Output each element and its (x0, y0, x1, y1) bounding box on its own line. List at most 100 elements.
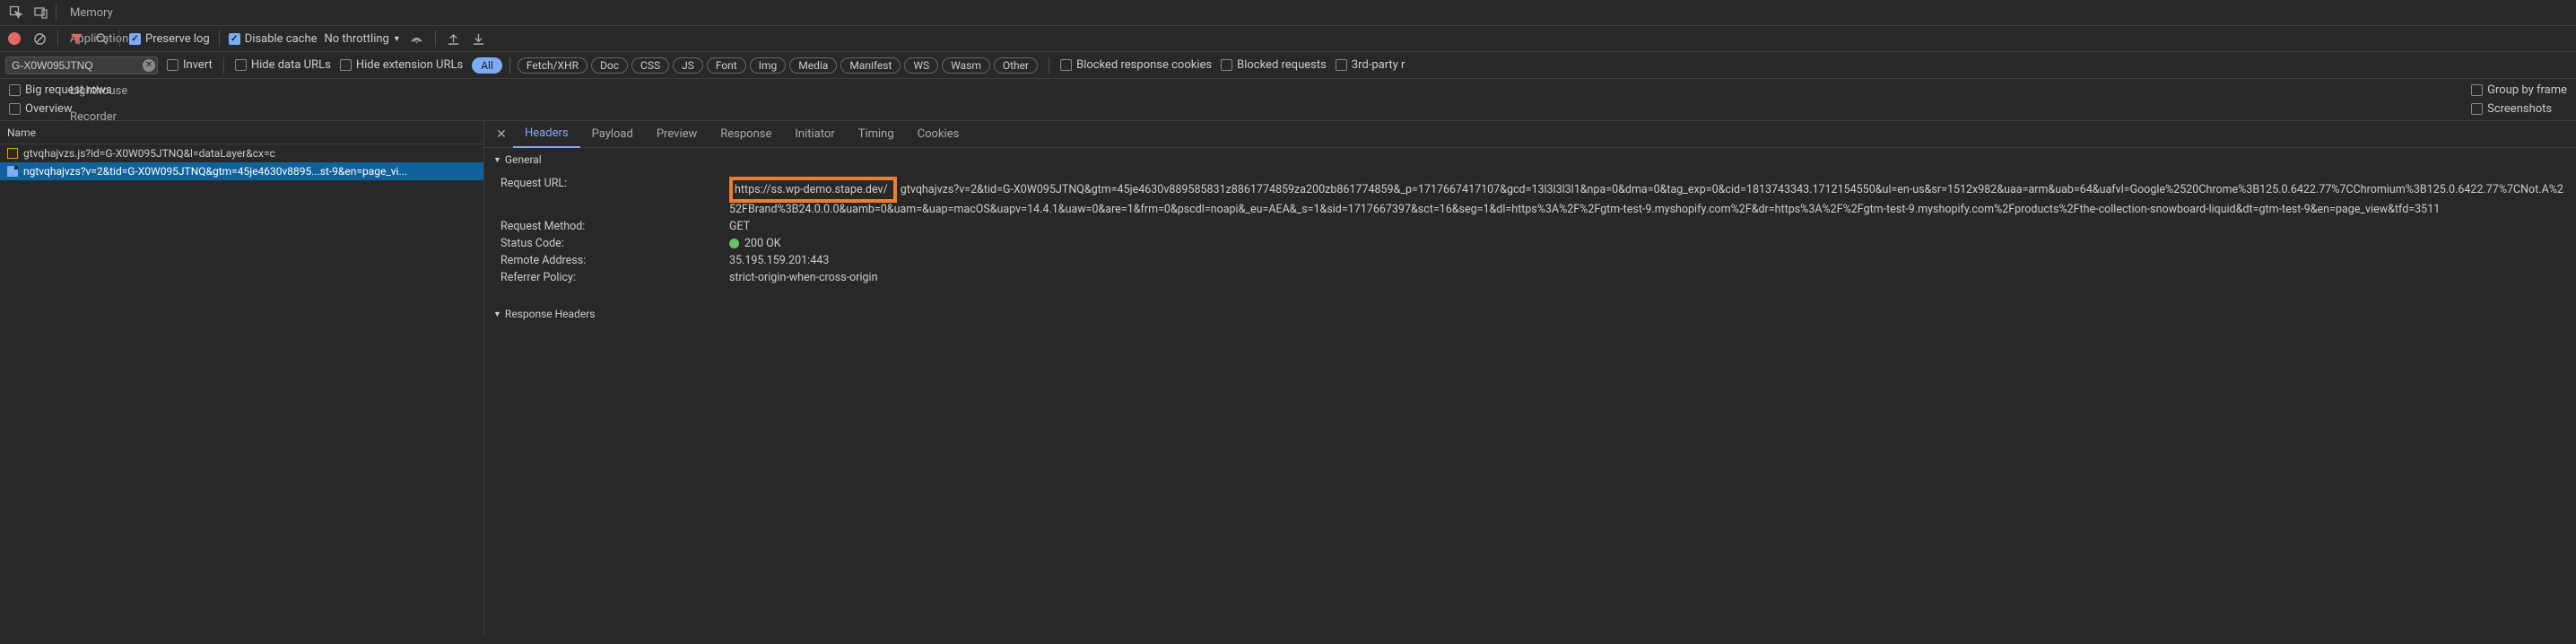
request-list: Name gtvqhajvzs.js?id=G-X0W095JTNQ&l=dat… (0, 121, 484, 636)
third-party-label: 3rd-party r (1352, 58, 1405, 72)
big-rows-label: Big request rows (25, 83, 112, 97)
detail-tab-headers[interactable]: Headers (513, 121, 580, 148)
devtools-tab-bar: ElementsConsoleSourcesNetworkPerformance… (0, 0, 2576, 26)
response-headers-section-header[interactable]: ▼ Response Headers (484, 302, 2576, 326)
third-party-checkbox[interactable]: 3rd-party r (1336, 58, 1405, 72)
general-section-label: General (505, 153, 542, 166)
status-code-label: Status Code: (500, 237, 729, 250)
type-filter-fetch-xhr[interactable]: Fetch/XHR (518, 57, 587, 74)
divider (223, 57, 224, 74)
invert-checkbox[interactable]: Invert (167, 58, 213, 72)
overview-checkbox[interactable]: Overview (9, 102, 73, 116)
main-area: Name gtvqhajvzs.js?id=G-X0W095JTNQ&l=dat… (0, 121, 2576, 636)
tab-memory[interactable]: Memory (58, 0, 182, 26)
status-dot-icon (729, 239, 739, 248)
divider (219, 30, 220, 47)
list-header-name[interactable]: Name (0, 121, 483, 144)
type-filter-all[interactable]: All (472, 57, 502, 74)
detail-tab-timing[interactable]: Timing (847, 121, 906, 148)
blocked-cookies-label: Blocked response cookies (1076, 58, 1212, 72)
group-frame-checkbox[interactable]: Group by frame (2471, 83, 2567, 97)
resource-type-filter: All Fetch/XHRDocCSSJSFontImgMediaManifest… (472, 57, 1038, 74)
big-rows-checkbox[interactable]: Big request rows (9, 83, 112, 97)
disable-cache-label: Disable cache (245, 32, 318, 46)
type-filter-other[interactable]: Other (994, 57, 1038, 74)
divider (57, 30, 58, 47)
type-filter-ws[interactable]: WS (904, 57, 938, 74)
triangle-down-icon: ▼ (493, 155, 501, 165)
triangle-down-icon: ▼ (493, 309, 501, 319)
network-toolbar: Preserve log Disable cache No throttling… (0, 26, 2576, 52)
request-method-value: GET (729, 220, 2567, 233)
hide-data-urls-checkbox[interactable]: Hide data URLs (235, 58, 331, 72)
overview-label: Overview (25, 102, 73, 116)
type-filter-css[interactable]: CSS (631, 57, 669, 74)
record-button[interactable] (5, 30, 23, 48)
general-section-body: Request URL: https://ss.wp-demo.stape.de… (484, 171, 2576, 290)
divider (56, 4, 57, 21)
disable-cache-checkbox[interactable]: Disable cache (229, 32, 318, 46)
throttling-label: No throttling (325, 32, 389, 46)
divider (119, 30, 120, 47)
blocked-cookies-checkbox[interactable]: Blocked response cookies (1060, 58, 1212, 72)
detail-tab-preview[interactable]: Preview (645, 121, 709, 148)
search-icon[interactable] (92, 30, 110, 48)
remote-address-value: 35.195.159.201:443 (729, 254, 2567, 267)
hide-ext-urls-label: Hide extension URLs (356, 58, 463, 72)
detail-tabs: ✕ HeadersPayloadPreviewResponseInitiator… (484, 121, 2576, 148)
group-frame-label: Group by frame (2487, 83, 2567, 97)
hide-ext-urls-checkbox[interactable]: Hide extension URLs (340, 58, 463, 72)
status-code-value: 200 OK (729, 237, 2567, 250)
clear-button[interactable] (30, 30, 48, 48)
general-section-header[interactable]: ▼ General (484, 148, 2576, 171)
export-har-icon[interactable] (470, 30, 488, 48)
preserve-log-label: Preserve log (145, 32, 210, 46)
filter-input[interactable] (5, 57, 158, 74)
blocked-requests-label: Blocked requests (1237, 58, 1327, 72)
request-url-label: Request URL: (500, 177, 729, 190)
request-method-label: Request Method: (500, 220, 729, 233)
request-row[interactable]: ngtvqhajvzs?v=2&tid=G-X0W095JTNQ&gtm=45j… (0, 162, 483, 180)
detail-tab-response[interactable]: Response (709, 121, 783, 148)
divider (435, 30, 436, 47)
referrer-policy-label: Referrer Policy: (500, 271, 729, 284)
network-conditions-icon[interactable] (408, 30, 426, 48)
request-url-highlight: https://ss.wp-demo.stape.dev/ (729, 177, 897, 203)
request-row[interactable]: gtvqhajvzs.js?id=G-X0W095JTNQ&l=dataLaye… (0, 144, 483, 162)
filter-bar: ✕ Invert Hide data URLs Hide extension U… (0, 52, 2576, 79)
device-toggle-icon[interactable] (29, 0, 54, 25)
type-filter-img[interactable]: Img (750, 57, 787, 74)
inspect-icon[interactable] (4, 0, 29, 25)
type-filter-media[interactable]: Media (789, 57, 837, 74)
request-url-value: https://ss.wp-demo.stape.dev/gtvqhajvzs?… (729, 177, 2567, 216)
request-name: gtvqhajvzs.js?id=G-X0W095JTNQ&l=dataLaye… (23, 147, 275, 160)
filter-toggle-icon[interactable] (67, 30, 85, 48)
filter-input-wrap: ✕ (5, 57, 158, 74)
preserve-log-checkbox[interactable]: Preserve log (129, 32, 210, 46)
blocked-requests-checkbox[interactable]: Blocked requests (1221, 58, 1327, 72)
type-filter-js[interactable]: JS (673, 57, 703, 74)
screenshots-label: Screenshots (2487, 102, 2552, 116)
detail-pane: ✕ HeadersPayloadPreviewResponseInitiator… (484, 121, 2576, 636)
remote-address-label: Remote Address: (500, 254, 729, 267)
response-headers-label: Response Headers (505, 308, 596, 320)
divider (509, 57, 510, 74)
detail-tab-cookies[interactable]: Cookies (906, 121, 971, 148)
type-filter-doc[interactable]: Doc (591, 57, 628, 74)
script-icon (7, 148, 18, 159)
detail-tab-payload[interactable]: Payload (580, 121, 645, 148)
type-filter-wasm[interactable]: Wasm (942, 57, 990, 74)
detail-tab-initiator[interactable]: Initiator (783, 121, 846, 148)
close-detail-button[interactable]: ✕ (490, 123, 513, 146)
import-har-icon[interactable] (445, 30, 463, 48)
referrer-policy-value: strict-origin-when-cross-origin (729, 271, 2567, 284)
request-name: ngtvqhajvzs?v=2&tid=G-X0W095JTNQ&gtm=45j… (23, 165, 407, 178)
type-filter-font[interactable]: Font (707, 57, 746, 74)
document-icon (7, 166, 18, 177)
chevron-down-icon: ▼ (393, 34, 401, 44)
hide-data-urls-label: Hide data URLs (251, 58, 331, 72)
throttling-select[interactable]: No throttling ▼ (325, 32, 401, 46)
type-filter-manifest[interactable]: Manifest (840, 57, 901, 74)
clear-filter-icon[interactable]: ✕ (143, 59, 155, 72)
screenshots-checkbox[interactable]: Screenshots (2471, 102, 2552, 116)
